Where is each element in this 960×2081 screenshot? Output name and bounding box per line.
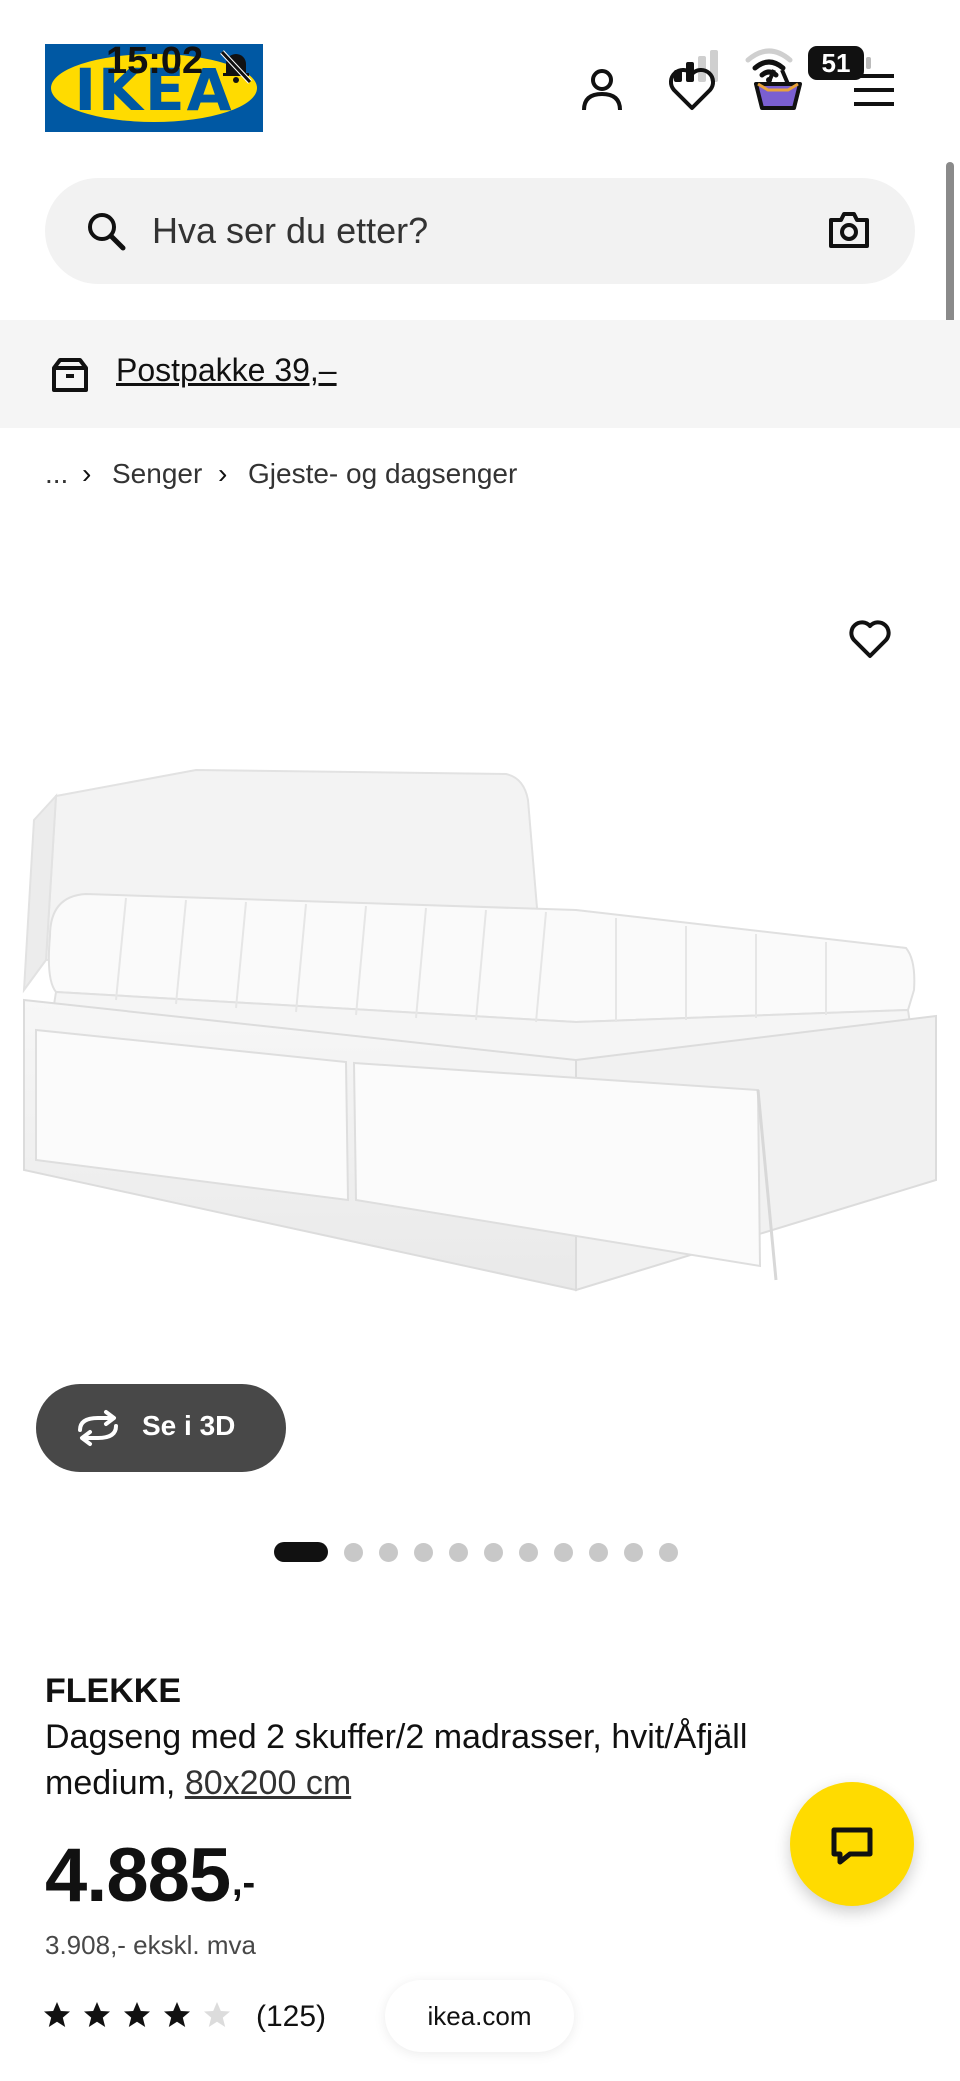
carousel-dot[interactable] [554, 1542, 573, 1562]
shopping-basket-icon[interactable] [750, 60, 806, 116]
add-to-favorites-heart-icon[interactable] [846, 614, 894, 662]
price-suffix: ,- [232, 1862, 256, 1904]
search-icon [88, 213, 126, 251]
price-excl-vat: 3.908,- ekskl. mva [45, 1930, 256, 1960]
browser-url-pill[interactable]: ikea.com [385, 1980, 574, 2052]
camera-icon[interactable] [827, 210, 871, 250]
carousel-dot[interactable] [519, 1542, 538, 1562]
bell-muted-icon [220, 50, 252, 84]
chat-bubble-icon [831, 1827, 873, 1865]
product-size-link[interactable]: 80x200 cm [185, 1764, 351, 1802]
view-in-3d-button[interactable]: Se i 3D [36, 1384, 286, 1472]
chat-button[interactable] [790, 1782, 914, 1906]
hamburger-menu-icon[interactable] [846, 62, 902, 118]
carousel-dot[interactable] [379, 1542, 398, 1562]
star-filled-icon [44, 2002, 70, 2027]
product-image-daybed[interactable] [16, 760, 944, 1300]
carousel-dot[interactable] [624, 1542, 643, 1562]
carousel-dot[interactable] [414, 1542, 433, 1562]
carousel-dot[interactable] [659, 1542, 678, 1562]
search-bar[interactable]: Hva ser du etter? [45, 178, 915, 284]
product-description-text: Dagseng med 2 skuffer/2 madrasser, hvit/… [45, 1718, 748, 1802]
breadcrumb-item-gjeste-dagsenger[interactable]: Gjeste- og dagsenger [248, 458, 517, 490]
star-filled-icon [84, 2002, 110, 2027]
carousel-dot[interactable] [344, 1542, 363, 1562]
breadcrumb-ellipsis[interactable]: ... [45, 458, 68, 490]
view-in-3d-label: Se i 3D [142, 1410, 236, 1441]
user-icon[interactable] [574, 62, 630, 118]
delivery-link[interactable]: Postpakke 39,– [116, 352, 337, 389]
wishlist-heart-icon[interactable] [664, 60, 720, 116]
carousel-dot-active[interactable] [274, 1542, 328, 1562]
star-filled-icon [124, 2002, 150, 2027]
search-input[interactable]: Hva ser du etter? [152, 210, 428, 252]
carousel-dot[interactable] [589, 1542, 608, 1562]
carousel-dot[interactable] [449, 1542, 468, 1562]
image-carousel-dots[interactable] [274, 1542, 678, 1562]
chevron-right-icon: › [82, 458, 92, 489]
product-name: FLEKKE [45, 1672, 181, 1710]
rotate-3d-icon [78, 1410, 118, 1446]
product-price: 4.885 [45, 1833, 231, 1918]
carousel-dot[interactable] [484, 1542, 503, 1562]
product-description: Dagseng med 2 skuffer/2 madrasser, hvit/… [45, 1714, 865, 1806]
star-empty-icon [204, 2002, 230, 2027]
star-filled-icon [164, 2002, 190, 2027]
delivery-banner[interactable]: Postpakke 39,– [0, 320, 960, 428]
status-time: 15:02 [106, 40, 204, 82]
chevron-right-icon: › [218, 458, 228, 489]
parcel-box-icon [52, 358, 88, 392]
review-count[interactable]: (125) [256, 2000, 326, 2034]
rating-stars[interactable] [42, 2000, 232, 2030]
breadcrumb-item-senger[interactable]: Senger [112, 458, 202, 490]
